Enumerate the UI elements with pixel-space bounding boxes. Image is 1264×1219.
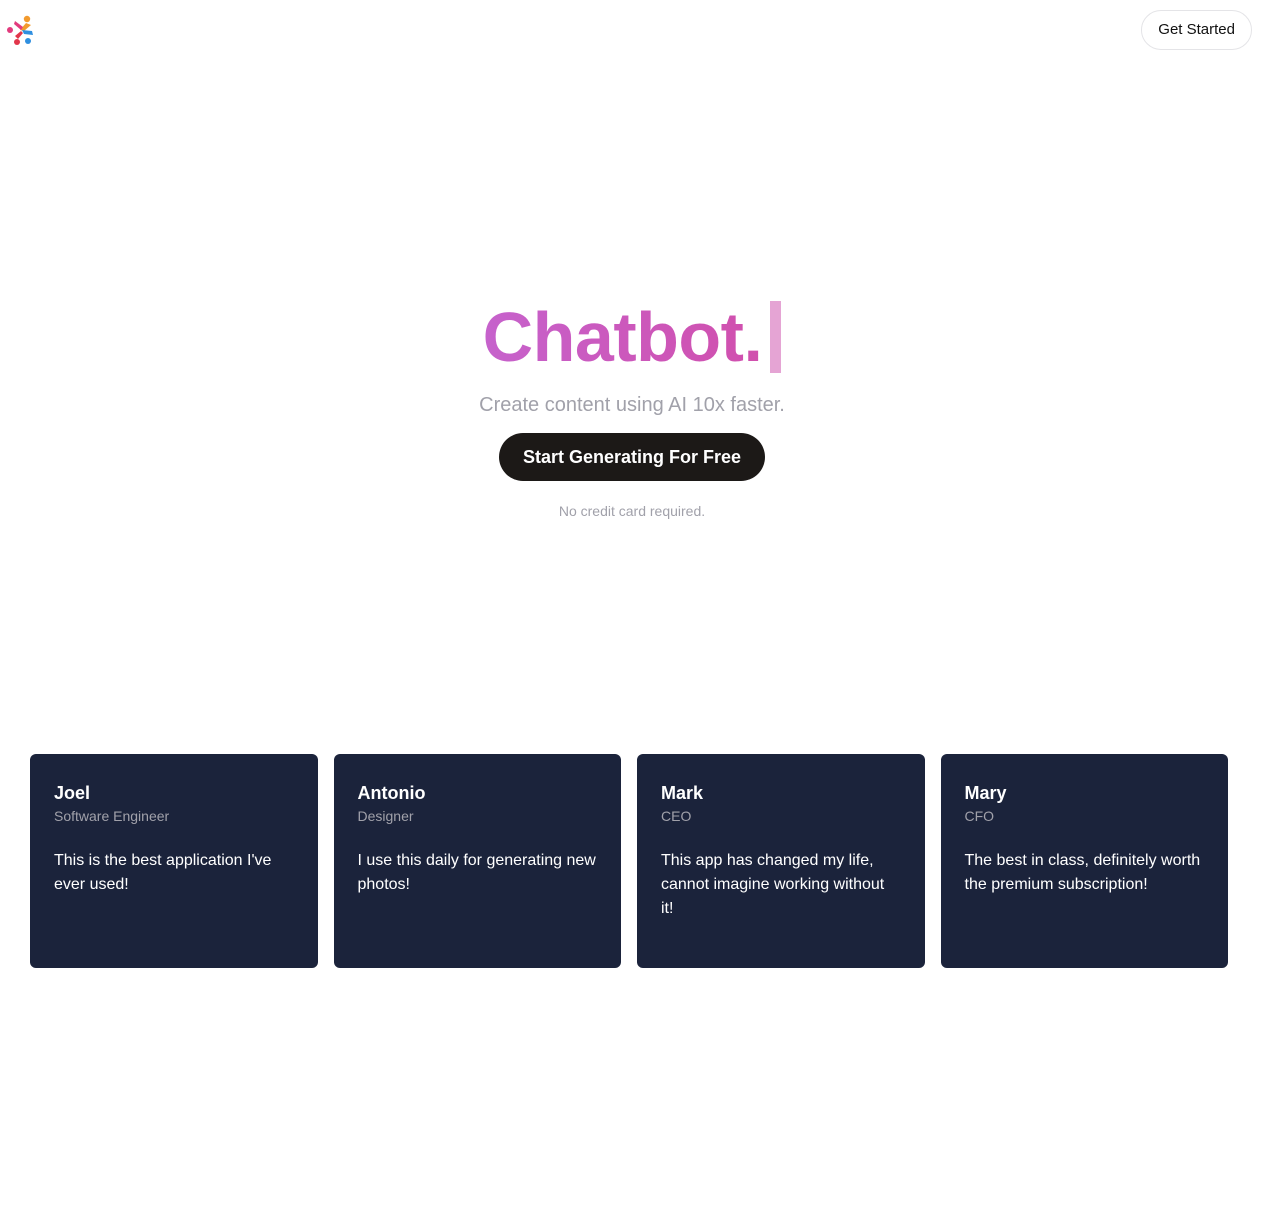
testimonial-name: Antonio xyxy=(357,783,426,803)
navbar: Get Started xyxy=(0,0,1264,62)
typing-caret xyxy=(770,301,782,373)
testimonial-role: Designer xyxy=(357,808,414,824)
landing-page: Get Started Chatbot. Create content usin… xyxy=(0,0,1264,1219)
testimonials-grid: Joel Software Engineer This is the best … xyxy=(30,754,1228,968)
testimonial-quote: This app has changed my life, cannot ima… xyxy=(661,852,885,917)
testimonial-role: CEO xyxy=(661,808,692,824)
hero-subtitle: Create content using AI 10x faster. xyxy=(479,394,785,416)
testimonial-card: Joel Software Engineer This is the best … xyxy=(30,754,318,968)
testimonial-name: Mark xyxy=(661,783,704,803)
testimonial-card: Antonio Designer I use this daily for ge… xyxy=(333,754,621,968)
testimonial-role: Software Engineer xyxy=(54,808,170,824)
testimonial-card: Mark CEO This app has changed my life, c… xyxy=(637,754,925,968)
testimonial-quote: I use this daily for generating new phot… xyxy=(357,852,596,893)
testimonial-name: Joel xyxy=(54,783,91,803)
start-generating-button[interactable]: Start Generating For Free xyxy=(498,433,766,481)
testimonial-role: CFO xyxy=(964,808,995,824)
pinwheel-logo-icon[interactable] xyxy=(6,14,38,46)
get-started-button[interactable]: Get Started xyxy=(1141,10,1252,50)
testimonial-name: Mary xyxy=(964,783,1007,803)
hero-title-text: Chatbot. xyxy=(482,298,763,376)
no-credit-card-note: No credit card required. xyxy=(558,503,706,519)
testimonial-quote: The best in class, definitely worth the … xyxy=(964,852,1201,893)
hero-title: Chatbot. xyxy=(483,292,782,382)
testimonial-quote: This is the best application I've ever u… xyxy=(54,852,272,893)
hero-section: Chatbot. Create content using AI 10x fas… xyxy=(0,292,1264,519)
testimonial-card: Mary CFO The best in class, definitely w… xyxy=(940,754,1228,968)
